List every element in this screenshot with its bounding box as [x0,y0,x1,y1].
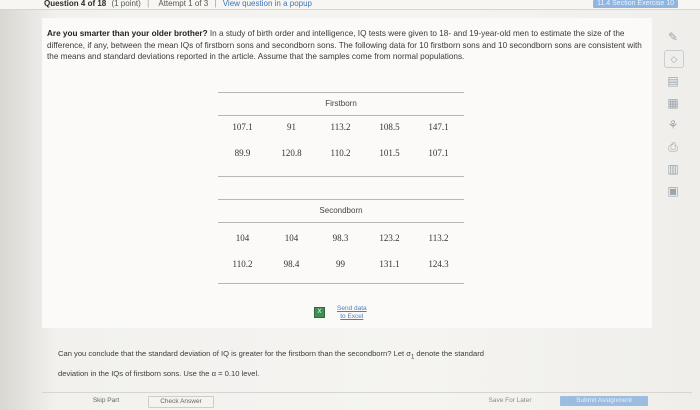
table-cell: 110.2 [330,148,351,158]
table-cell: 101.5 [379,148,400,158]
problem-lead: Are you smarter than your older brother? [47,29,208,38]
table-cell: 120.8 [281,148,302,158]
right-toolbar: ✎ ◇ ▤ ▦ ⚘ ⎙ ▥ ▣ [658,28,694,204]
excel-line-2: to Excel [340,312,364,320]
skip-part-button[interactable]: Skip Part [88,396,124,406]
footer-divider [42,392,692,393]
table-cell: 113.2 [428,233,449,243]
expand-icon[interactable]: ◇ [664,50,684,68]
chart-icon[interactable]: ▥ [658,160,688,178]
table-cell: 107.1 [428,148,449,158]
table-row: 110.2 98.4 99 131.1 124.3 [218,253,464,275]
table-cell: 147.1 [428,122,449,132]
secondborn-title: Secondborn [319,206,363,215]
attempt-counter: Attempt 1 of 3 [158,0,209,8]
top-bar: Question 4 of 18 (1 point) | Attempt 1 o… [0,0,700,10]
table-cell: 99 [336,259,345,269]
table-cell: 123.2 [379,233,400,243]
question-prompt: Can you conclude that the standard devia… [58,346,648,381]
table-row: 89.9 120.8 110.2 101.5 107.1 [218,142,464,164]
table-cell: 110.2 [232,259,253,269]
table-row: 104 104 98.3 123.2 113.2 [218,227,464,249]
table-cell: 91 [287,122,296,132]
table-cell: 104 [235,233,250,243]
section-badge: 11.4 Section Exercise 10 [593,0,678,8]
view-popup-link[interactable]: View question in a popup [223,0,312,8]
prompt-line-1b: denote the standard [414,349,484,358]
prompt-line-1: Can you conclude that the standard devia… [58,349,411,358]
firstborn-title: Firstborn [325,99,357,108]
table-cell: 98.3 [332,233,349,243]
firstborn-table: Firstborn 107.1 91 113.2 108.5 147.1 89.… [218,92,464,177]
textbook-icon[interactable]: ⚘ [658,116,688,134]
calculator-icon[interactable]: ▦ [658,94,688,112]
question-points: (1 point) [111,0,141,8]
table-icon[interactable]: ▣ [658,182,688,200]
excel-icon: X [314,307,325,318]
problem-statement: Are you smarter than your older brother?… [47,28,647,63]
table-cell: 107.1 [232,122,253,132]
check-answer-button[interactable]: Check Answer [148,396,214,408]
document-icon[interactable]: ▤ [658,72,688,90]
table-cell: 108.5 [379,122,400,132]
submit-assignment-button[interactable]: Submit Assignment [560,396,648,406]
question-header: Question 4 of 18 (1 point) | Attempt 1 o… [44,0,312,8]
pencil-icon[interactable]: ✎ [658,28,688,46]
table-cell: 104 [284,233,299,243]
table-cell: 131.1 [379,259,400,269]
prompt-line-2: deviation in the IQs of firstborn sons. … [58,368,260,378]
table-cell: 89.9 [234,148,251,158]
excel-line-1: Send data [337,305,367,312]
question-number: Question 4 of 18 [44,0,107,8]
save-for-later-button[interactable]: Save For Later [480,396,540,406]
table-cell: 113.2 [330,122,351,132]
table-row: 107.1 91 113.2 108.5 147.1 [218,116,464,138]
table-cell: 124.3 [428,259,449,269]
print-icon[interactable]: ⎙ [658,138,688,156]
secondborn-table: Secondborn 104 104 98.3 123.2 113.2 110.… [218,199,464,284]
send-to-excel-link[interactable]: X Send data to Excel [314,305,367,320]
table-cell: 98.4 [283,259,300,269]
